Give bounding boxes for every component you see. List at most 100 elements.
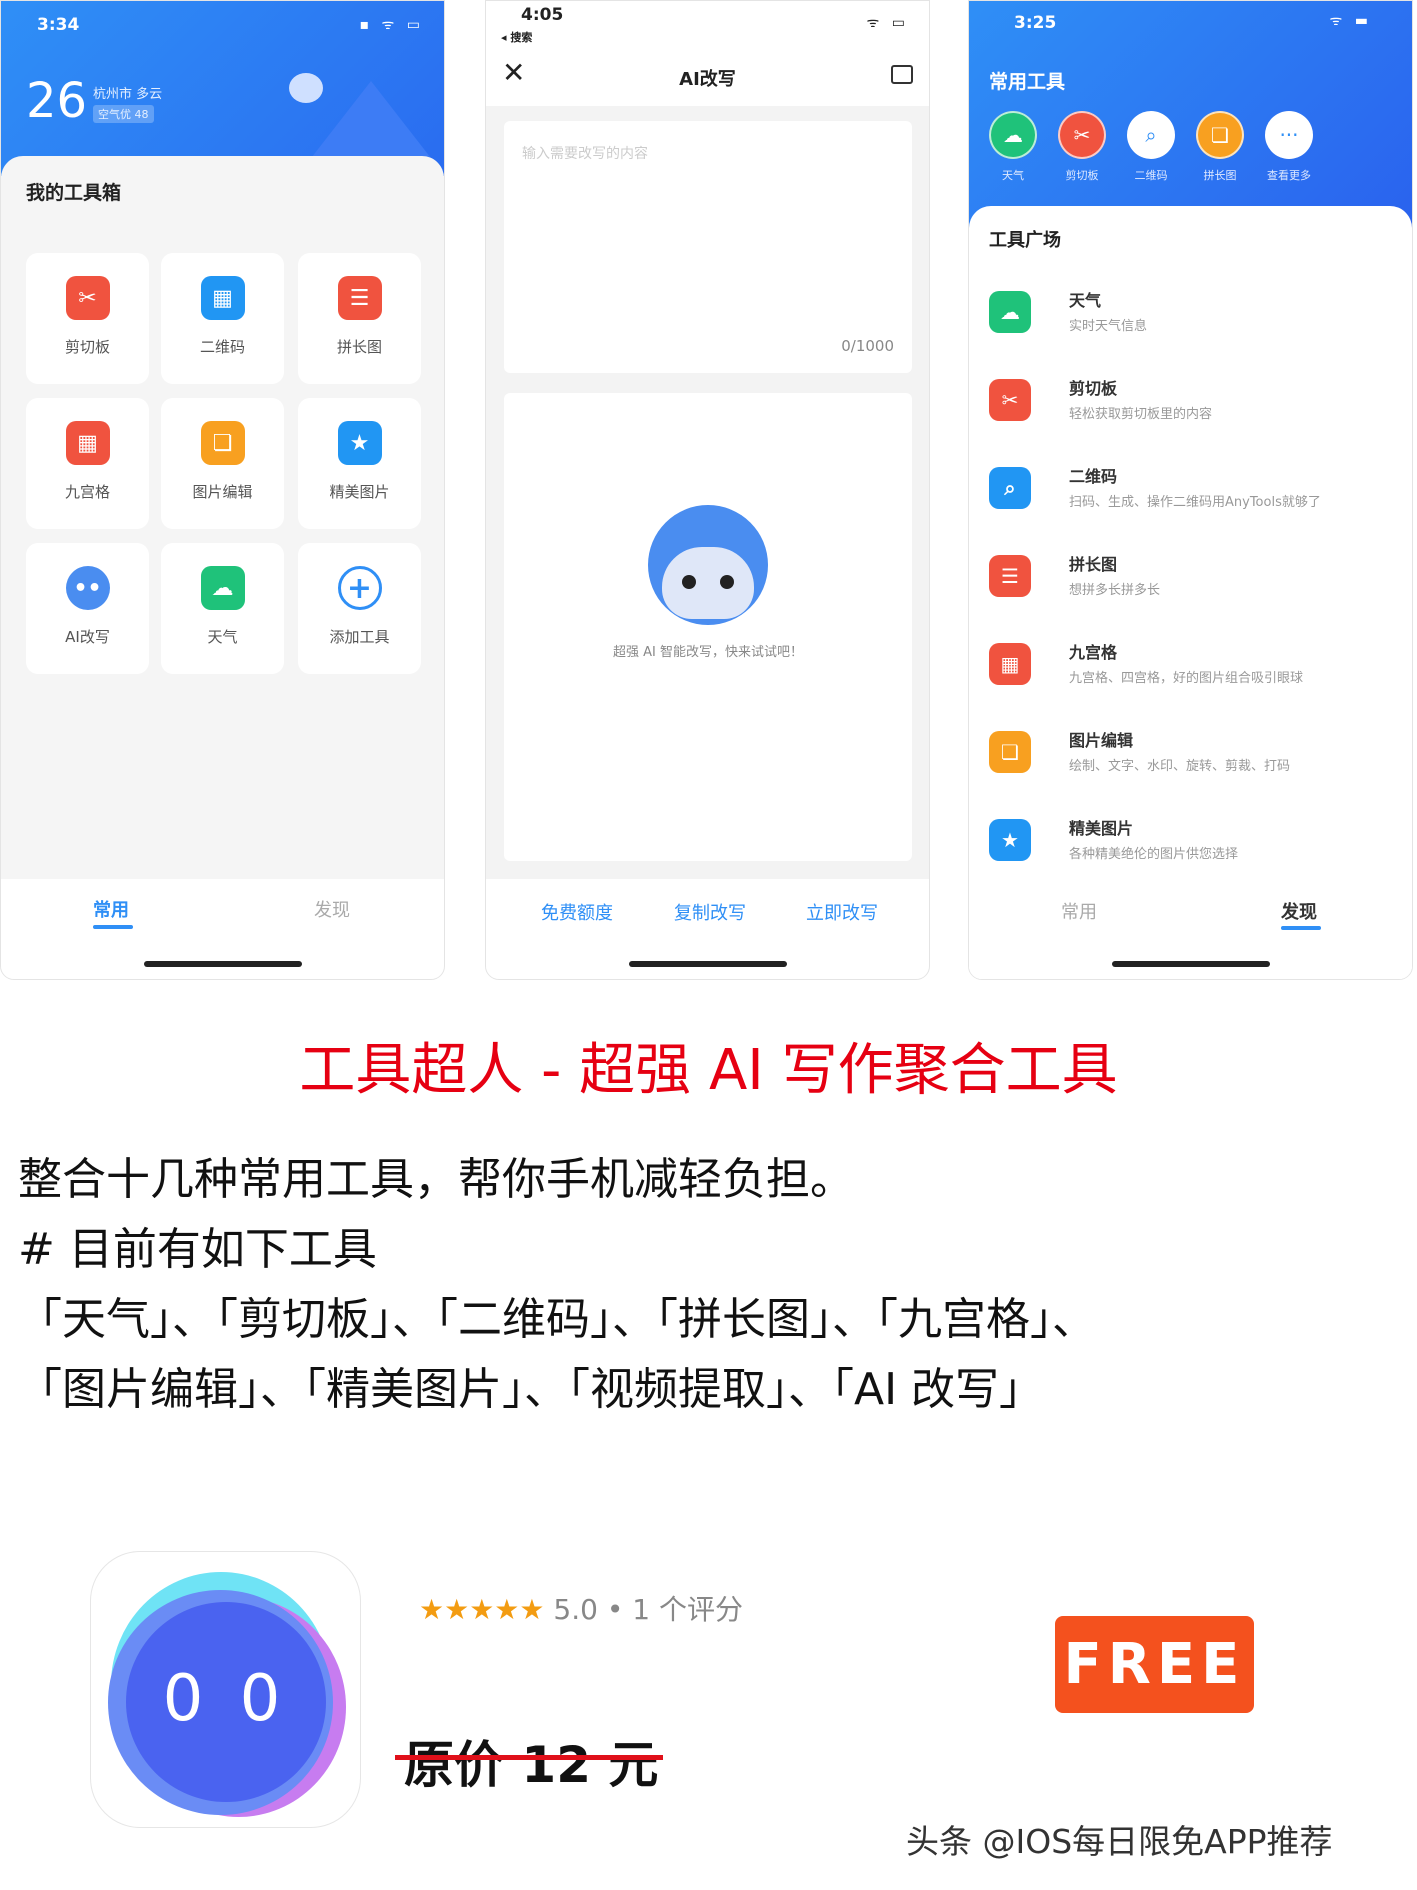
grid-icon: ▦ [65,421,110,465]
hint-text: 超强 AI 智能改写，快来试试吧！ [613,645,803,660]
tool-list-item[interactable]: ★ 精美图片各种精美绝伦的图片供您选择 [989,805,1389,875]
tool-icon: ★ [989,819,1031,861]
robot-icon: •• [65,566,110,610]
phone-screenshot-ai-rewrite: 4:05 ◂ 搜索 ᯤ ▭ ✕ AI改写 输入需要改写的内容 0/1000 超强… [485,0,930,980]
quick-tool-button[interactable]: ✂ [1058,111,1106,159]
action-bar: 免费额度 复制改写 立即改写 [486,879,929,979]
tool-list-item[interactable]: ⌕ 二维码 扫码、生成、操作二维码用AnyTools就够了 [989,453,1389,523]
tab-discover[interactable]: 发现 [1281,898,1317,924]
tool-icon: ☰ [989,555,1031,597]
tab-common[interactable]: 常用 [1061,898,1097,924]
tool-label: 二维码 [199,338,245,356]
tool-tile[interactable]: ▦ 二维码 [161,253,284,384]
app-icon[interactable]: 0 0 [90,1551,361,1828]
tool-tile[interactable]: ★ 精美图片 [298,398,421,529]
body-line: 整合十几种常用工具，帮你手机减轻负担。 [18,1154,854,1205]
quick-tool-button[interactable]: ··· [1265,111,1313,159]
phone-screenshot-toolbox: 3:34 ▪ ᯤ ▭ 26 杭州市 多云 空气优 48 我的工具箱 ✂ 剪切板 ▦ 二… [0,0,445,980]
tool-description: 实时天气信息 [1069,319,1148,334]
quick-tool-button[interactable]: ☁ [989,111,1037,159]
free-quota-button[interactable]: 免费额度 [541,899,613,925]
watermark: 头条 @IOS每日限免APP推荐 [906,1822,1333,1861]
tool-description: 九宫格、四宫格，好的图片组合吸引眼球 [1069,671,1304,686]
tool-title: 九宫格 [1069,643,1118,662]
tool-icon: ⌕ [989,467,1031,509]
body-line: # 目前有如下工具 [18,1224,377,1275]
quick-tool-label: 拼长图 [1203,169,1237,182]
app-icon-text: 0 0 [162,1662,289,1736]
tool-description: 绘制、文字、水印、旋转、剪裁、打码 [1069,759,1291,774]
common-tools-header: 3:25 ᯤ ▬ 常用工具 ☁ 天气 ✂ 剪切板 ⌕ 二维码 ❏ 拼长图 ··· 查看更多 [969,1,1412,231]
rewrite-input[interactable]: 输入需要改写的内容 0/1000 [504,121,912,373]
tab-common[interactable]: 常用 [93,896,129,922]
back-to-search[interactable]: ◂ 搜索 [501,29,532,45]
tool-tile[interactable]: ☁ 天气 [161,543,284,674]
status-icons: ᯤ ▭ [866,15,909,31]
tool-label: 九宫格 [64,483,110,501]
body-line: 「图片编辑」、「精美图片」、「视频提取」、「AI 改写」 [18,1364,1044,1415]
tool-icon: ▦ [989,643,1031,685]
location-weather: 杭州市 多云 [93,87,163,102]
quick-tool-button[interactable]: ⌕ [1127,111,1175,159]
air-quality-badge: 空气优 48 [93,105,154,123]
home-indicator [628,961,787,967]
quick-tool-label: 剪切板 [1065,169,1099,182]
tool-description: 轻松获取剪切板里的内容 [1069,407,1213,422]
tool-list-item[interactable]: ✂ 剪切板轻松获取剪切板里的内容 [989,365,1389,435]
active-tab-indicator [1281,926,1321,930]
status-icons: ᯤ ▬ [1329,13,1372,29]
original-price: 原价 12 元 [404,1736,659,1794]
status-time: 3:34 [37,15,80,35]
plaza-title: 工具广场 [989,230,1061,251]
tool-description: 扫码、生成、操作二维码用AnyTools就够了 [1069,495,1321,510]
status-time: 4:05 [521,5,564,25]
tool-tile[interactable]: + 添加工具 [298,543,421,674]
robot-icon [648,505,768,625]
tool-title: 拼长图 [1069,555,1118,574]
tool-label: 天气 [207,628,238,646]
headline: 工具超人 - 超强 AI 写作聚合工具 [299,1038,1118,1103]
status-time: 3:25 [1014,13,1057,33]
tool-description: 各种精美绝伦的图片供您选择 [1069,847,1239,862]
tool-tile[interactable]: ✂ 剪切板 [26,253,149,384]
char-counter: 0/1000 [841,337,894,355]
input-placeholder: 输入需要改写的内容 [522,146,648,162]
tab-discover[interactable]: 发现 [314,896,350,922]
tool-title: 精美图片 [1069,819,1134,838]
image-edit-icon: ❏ [200,421,245,465]
temperature: 26 [26,73,88,129]
home-indicator [143,961,302,967]
copy-rewrite-button[interactable]: 复制改写 [674,899,746,925]
tool-list-item[interactable]: ☁ 天气实时天气信息 [989,277,1389,347]
tool-description: 想拼多长拼多长 [1069,583,1161,598]
tool-icon: ✂ [989,379,1031,421]
cloud-icon: ☁ [200,566,245,610]
section-title: 我的工具箱 [26,182,122,204]
tool-tile[interactable]: ☰ 拼长图 [298,253,421,384]
rating-text: 5.0 • 1 个评分 [553,1593,743,1626]
tool-title: 剪切板 [1069,379,1118,398]
common-tools-title: 常用工具 [989,71,1066,93]
tool-title: 天气 [1069,291,1102,310]
tool-label: AI改写 [65,628,110,646]
tool-tile[interactable]: ▦ 九宫格 [26,398,149,529]
tool-list-item[interactable]: ☰ 拼长图想拼多长拼多长 [989,541,1389,611]
result-area: 超强 AI 智能改写，快来试试吧！ [504,393,912,861]
quick-tool-label: 查看更多 [1267,169,1311,182]
plus-circle-icon: + [337,566,382,610]
rewrite-now-button[interactable]: 立即改写 [806,899,878,925]
tool-list-item[interactable]: ▦ 九宫格九宫格、四宫格，好的图片组合吸引眼球 [989,629,1389,699]
page-title: AI改写 [679,69,736,90]
quick-tool-button[interactable]: ❏ [1196,111,1244,159]
body-line: 「天气」、「剪切板」、「二维码」、「拼长图」、「九宫格」、 [18,1294,1096,1345]
tool-icon: ☁ [989,291,1031,333]
folder-icon[interactable] [891,65,913,84]
price-strikethrough [395,1755,663,1760]
tool-tile[interactable]: ❏ 图片编辑 [161,398,284,529]
tool-tile[interactable]: •• AI改写 [26,543,149,674]
tool-label: 添加工具 [329,628,390,646]
tool-label: 图片编辑 [192,483,253,501]
quick-tool-label: 二维码 [1134,169,1168,182]
tool-list-item[interactable]: ❏ 图片编辑 绘制、文字、水印、旋转、剪裁、打码 [989,717,1389,787]
tool-label: 剪切板 [64,338,110,356]
